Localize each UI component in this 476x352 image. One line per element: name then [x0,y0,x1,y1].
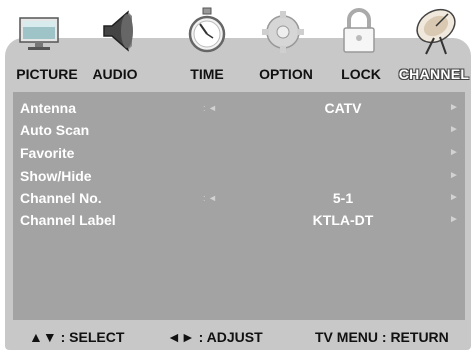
menu-value: KTLA-DT [312,212,374,228]
monitor-icon[interactable] [14,4,64,58]
menu-row-auto-scan[interactable]: Auto Scan ► [13,119,465,141]
tab-channel[interactable]: CHANNEL [394,62,474,86]
channel-menu-panel: Antenna : ◄ CATV ► Auto Scan ► Favorite … [13,92,465,320]
menu-label: Auto Scan [20,122,90,138]
tab-picture[interactable]: PICTURE [10,62,84,86]
stopwatch-icon[interactable] [182,4,232,58]
return-hint: TV MENU : RETURN [315,329,449,345]
menu-row-favorite[interactable]: Favorite ► [13,142,465,164]
menu-label: Show/Hide [20,168,92,184]
menu-label: Channel Label [20,212,116,228]
menu-label: Channel No. [20,190,102,206]
icon-bar [0,0,476,62]
menu-row-antenna[interactable]: Antenna : ◄ CATV ► [13,97,465,119]
menu-row-channel-label[interactable]: Channel Label KTLA-DT ► [13,209,465,231]
menu-label: Antenna [20,100,76,116]
select-hint: ▲▼ : SELECT [29,329,125,345]
menu-row-show-hide[interactable]: Show/Hide ► [13,165,465,187]
tab-option[interactable]: OPTION [250,62,322,86]
menu-value: 5-1 [332,190,354,206]
right-arrow-icon[interactable]: ► [449,209,459,231]
tab-lock[interactable]: LOCK [330,62,392,86]
padlock-icon[interactable] [334,4,384,58]
left-arrow-icon[interactable]: : ◄ [203,187,217,209]
right-arrow-icon[interactable]: ► [449,142,459,164]
tab-bar: PICTURE AUDIO TIME OPTION LOCK CHANNEL [0,62,476,86]
adjust-hint: ◄► : ADJUST [167,329,263,345]
speaker-icon[interactable] [94,4,144,58]
right-arrow-icon[interactable]: ► [449,97,459,119]
menu-value: CATV [324,100,362,116]
right-arrow-icon[interactable]: ► [449,119,459,141]
left-arrow-icon[interactable]: : ◄ [203,97,217,119]
right-arrow-icon[interactable]: ► [449,165,459,187]
key-hint-footer: ▲▼ : SELECT ◄► : ADJUST TV MENU : RETURN [13,326,469,348]
tab-audio[interactable]: AUDIO [84,62,146,86]
gear-icon[interactable] [258,4,308,58]
right-arrow-icon[interactable]: ► [449,187,459,209]
menu-row-channel-no[interactable]: Channel No. : ◄ 5-1 ► [13,187,465,209]
tab-time[interactable]: TIME [180,62,234,86]
satellite-dish-icon[interactable] [410,4,460,58]
menu-label: Favorite [20,145,75,161]
